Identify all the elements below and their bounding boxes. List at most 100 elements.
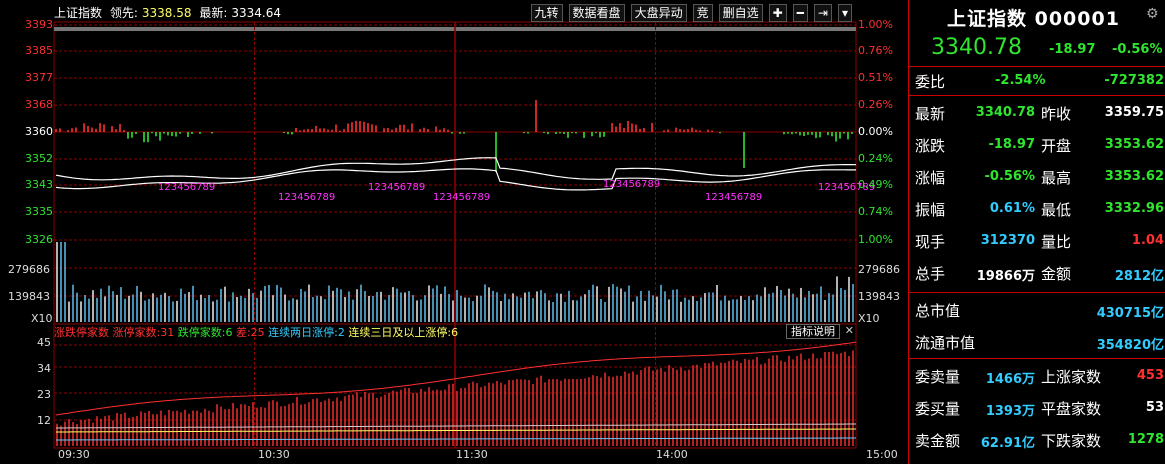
stat-row: 总手 19866万 金额 2812亿: [909, 259, 1165, 287]
diff-label: 差:: [235, 326, 251, 339]
time-tick-label: 10:30: [258, 448, 290, 461]
lead-value: 3338.58: [141, 6, 192, 20]
volume-unit-left: X10: [31, 312, 53, 325]
stat-row: 现手 312370 量比 1.04: [909, 227, 1165, 255]
indicator-tick-label: 45: [37, 336, 51, 349]
nine-turn-button[interactable]: 九转: [530, 4, 563, 22]
stat-value: 3340.78: [975, 105, 1035, 120]
pct-tick-label: 1.00%: [858, 233, 893, 246]
weibi-value: -727382: [1104, 73, 1164, 88]
volume-max-right: 279686: [858, 263, 900, 276]
nine-turn-mark: 123456789: [368, 182, 425, 193]
limit-up-line: [55, 341, 857, 416]
stat-label: 最新: [915, 105, 946, 123]
stat-label: 开盘: [1041, 137, 1072, 155]
float-cap-label: 流通市值: [915, 334, 976, 352]
pct-tick-label: 0.49%: [858, 178, 893, 191]
stat-value: 19866万: [976, 269, 1035, 284]
stat-label: 委卖量: [915, 368, 961, 386]
stat-label: 下跌家数: [1041, 432, 1102, 450]
price-tick-label: 3393: [25, 18, 53, 31]
stat-label: 振幅: [915, 201, 946, 219]
weibi-label: 委比: [915, 73, 946, 91]
stat-row: 委卖量 1466万 上涨家数 453: [909, 362, 1165, 390]
stat-label: 最高: [1041, 169, 1072, 187]
time-tick-label: 14:00: [656, 448, 688, 461]
pct-tick-label: 0.74%: [858, 205, 893, 218]
quote-change: -18.97: [1049, 42, 1096, 57]
stat-label: 涨跌: [915, 137, 946, 155]
price-tick-label: 3343: [25, 178, 53, 191]
stat-value: 1466万: [985, 372, 1035, 387]
nine-turn-mark: 123456789: [705, 192, 762, 203]
chart-header: 上证指数 领先: 3338.58 最新: 3334.64 九转 数据看盘 大盘异动 …: [54, 4, 856, 22]
pct-tick-label: 0.26%: [858, 98, 893, 111]
stat-value: -0.56%: [984, 169, 1036, 184]
three-day-label: 连续三日及以上涨停:: [348, 326, 452, 339]
stat-value: 1278: [1127, 432, 1164, 447]
divider: [909, 95, 1165, 96]
stat-value: 453: [1136, 368, 1164, 383]
market-alert-button[interactable]: 大盘异动: [630, 4, 687, 22]
stat-row: 振幅 0.61% 最低 3332.96: [909, 195, 1165, 223]
pct-tick-label: 0.76%: [858, 44, 893, 57]
stat-row: 涨跌 -18.97 开盘 3353.62: [909, 131, 1165, 159]
dropdown-icon[interactable]: ▾: [837, 4, 852, 22]
diff-value: 25: [250, 326, 265, 339]
stat-value: 0.61%: [989, 201, 1035, 216]
diff-line: [56, 423, 856, 429]
stat-row: 最新 3340.78 昨收 3359.75: [909, 99, 1165, 127]
stat-value: 1393万: [985, 404, 1035, 419]
stat-value: 2812亿: [1114, 269, 1164, 284]
mktcap-row: 总市值 430715亿: [909, 296, 1165, 324]
gear-icon[interactable]: ⚙: [1146, 6, 1159, 22]
volume-max-left: 279686: [8, 263, 50, 276]
lead-label: 领先:: [109, 6, 138, 20]
price-tick-label: 3335: [25, 205, 53, 218]
mktcap-value: 430715亿: [1096, 306, 1164, 321]
indicator-tick-label: 12: [37, 414, 51, 427]
nine-turn-mark: 123456789: [278, 192, 335, 203]
quote-title: 上证指数 000001: [947, 8, 1120, 30]
stat-value: 53: [1145, 400, 1164, 415]
weibi-pct: -2.54%: [995, 73, 1046, 88]
data-view-button[interactable]: 数据看盘: [568, 4, 625, 22]
stat-value: 3359.75: [1104, 105, 1164, 120]
quote-panel: 上证指数 000001 ⚙ 3340.78 -18.97 -0.56% 委比 -…: [908, 0, 1165, 464]
stat-label: 金额: [1041, 265, 1072, 283]
stat-label: 最低: [1041, 201, 1072, 219]
two-day-line: [56, 437, 856, 441]
latest-value: 3334.64: [231, 6, 282, 20]
indicator-help-button[interactable]: 指标说明: [786, 324, 840, 339]
time-tick-label: 09:30: [58, 448, 90, 461]
price-tick-label: 3326: [25, 233, 53, 246]
three-day-line: [56, 428, 856, 433]
chart-toolbar: 九转 数据看盘 大盘异动 竞 删自选 ✚ ━ ⇥ ▾: [530, 4, 856, 22]
mktcap-label: 总市值: [915, 302, 961, 320]
down-limit-value: 6: [225, 326, 233, 339]
auction-button[interactable]: 竞: [692, 4, 713, 22]
remove-watchlist-button[interactable]: 删自选: [718, 4, 763, 22]
stat-label: 委买量: [915, 400, 961, 418]
stat-label: 现手: [915, 233, 946, 251]
close-icon[interactable]: ✕: [845, 324, 854, 337]
price-tick-label: 3360: [25, 125, 53, 138]
up-limit-label: 涨停家数:: [112, 326, 161, 339]
float-cap-value: 354820亿: [1096, 338, 1164, 353]
arrow-right-icon[interactable]: ⇥: [813, 4, 832, 22]
stat-value: 3332.96: [1104, 201, 1164, 216]
stat-label: 卖金额: [915, 432, 961, 450]
indicator-header: 涨跌停家数 涨停家数:31 跌停家数:6 差:25 连续两日涨停:2 连续三日及…: [54, 324, 856, 339]
plus-icon[interactable]: ✚: [768, 4, 787, 22]
quote-price: 3340.78: [931, 35, 1022, 60]
price-tick-label: 3377: [25, 71, 53, 84]
stat-label: 总手: [915, 265, 946, 283]
stat-row: 涨幅 -0.56% 最高 3353.62: [909, 163, 1165, 191]
volume-mid-left: 139843: [8, 290, 50, 303]
time-tick-label: 15:00: [866, 448, 898, 461]
stat-label: 平盘家数: [1041, 400, 1102, 418]
three-day-value: 6: [451, 326, 459, 339]
price-tick-label: 3368: [25, 98, 53, 111]
minus-icon[interactable]: ━: [792, 4, 808, 22]
intraday-chart-panel[interactable]: 123456789 123456789 123456789 123456789 1234…: [0, 0, 908, 464]
